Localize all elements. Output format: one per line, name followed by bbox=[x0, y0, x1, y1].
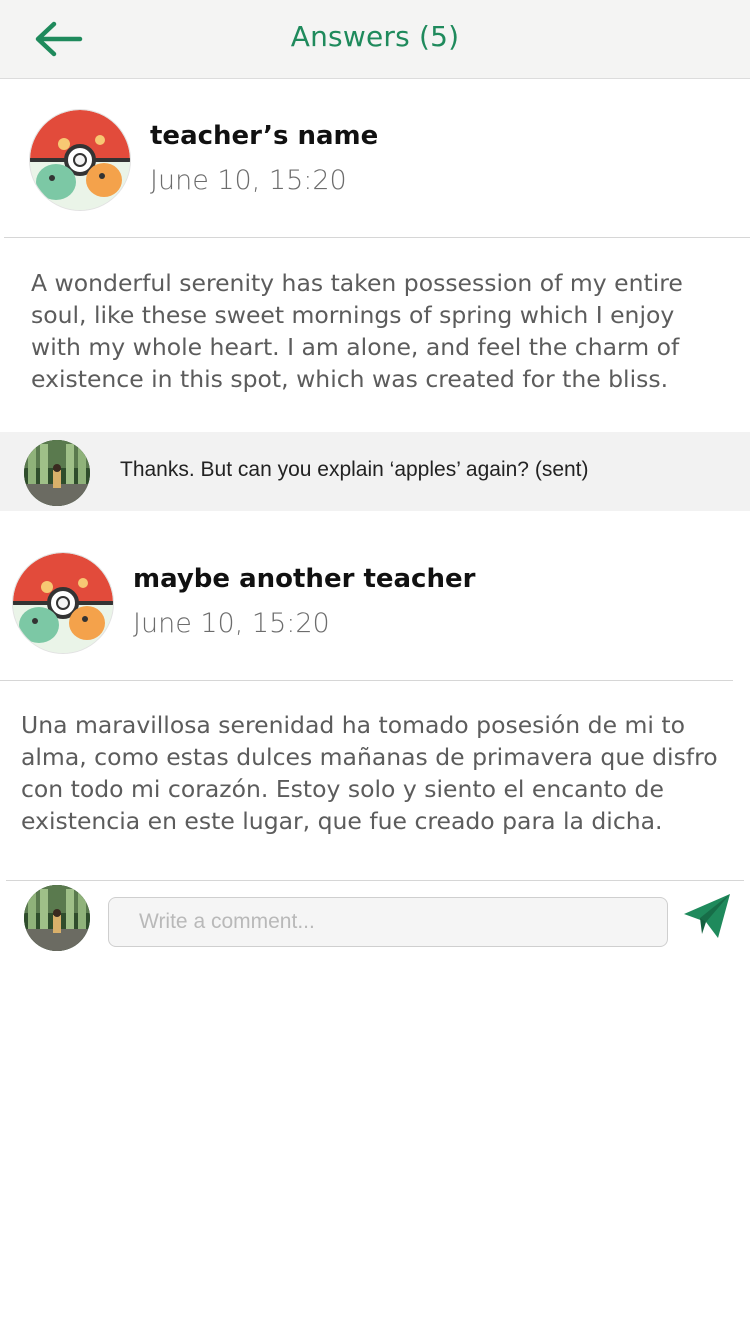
paper-plane-send-icon bbox=[684, 894, 730, 938]
answer-body: Una maravillosa serenidad ha tomado pose… bbox=[21, 709, 718, 837]
user-photo-avatar-icon bbox=[24, 440, 90, 506]
page-title: Answers (5) bbox=[290, 20, 460, 53]
pokemon-avatar-icon bbox=[30, 110, 130, 210]
author-name: teacher’s name bbox=[150, 121, 379, 151]
comment-text: Thanks. But can you explain ‘apples’ aga… bbox=[120, 458, 589, 481]
answer-body-line: existence in this spot, which was create… bbox=[31, 365, 669, 393]
divider bbox=[6, 880, 744, 881]
answer-body-line: Una maravillosa serenidad ha tomado pose… bbox=[21, 711, 685, 739]
answer-body-line: soul, like these sweet mornings of sprin… bbox=[31, 301, 675, 329]
divider bbox=[0, 680, 733, 681]
author-name: maybe another teacher bbox=[133, 564, 476, 594]
answer-date: June 10, 15:20 bbox=[133, 608, 330, 639]
answer-body-line: con todo mi corazón. Estoy solo y siento… bbox=[21, 775, 664, 803]
divider bbox=[4, 237, 750, 238]
answer-card: maybe another teacher June 10, 15:20 Una… bbox=[0, 511, 750, 879]
answer-body-line: A wonderful serenity has taken possessio… bbox=[31, 269, 683, 297]
answer-body-line: with my whole heart. I am alone, and fee… bbox=[31, 333, 680, 361]
top-bar: Answers (5) bbox=[0, 0, 750, 79]
send-button[interactable] bbox=[680, 890, 734, 942]
pokemon-avatar-icon bbox=[13, 553, 113, 653]
author-avatar[interactable] bbox=[13, 553, 113, 653]
author-avatar[interactable] bbox=[30, 110, 130, 210]
answer-card: teacher’s name June 10, 15:20 A wonderfu… bbox=[0, 79, 750, 431]
answer-body: A wonderful serenity has taken possessio… bbox=[31, 267, 683, 395]
answer-body-line: existencia en este lugar, que fue creado… bbox=[21, 807, 663, 835]
user-avatar[interactable] bbox=[24, 440, 90, 506]
user-avatar[interactable] bbox=[24, 885, 90, 951]
user-photo-avatar-icon bbox=[24, 885, 90, 951]
answer-body-line: alma, como estas dulces mañanas de prima… bbox=[21, 743, 718, 771]
sent-comment: Thanks. But can you explain ‘apples’ aga… bbox=[0, 432, 750, 511]
comment-input[interactable] bbox=[108, 897, 668, 947]
answer-date: June 10, 15:20 bbox=[150, 165, 347, 196]
